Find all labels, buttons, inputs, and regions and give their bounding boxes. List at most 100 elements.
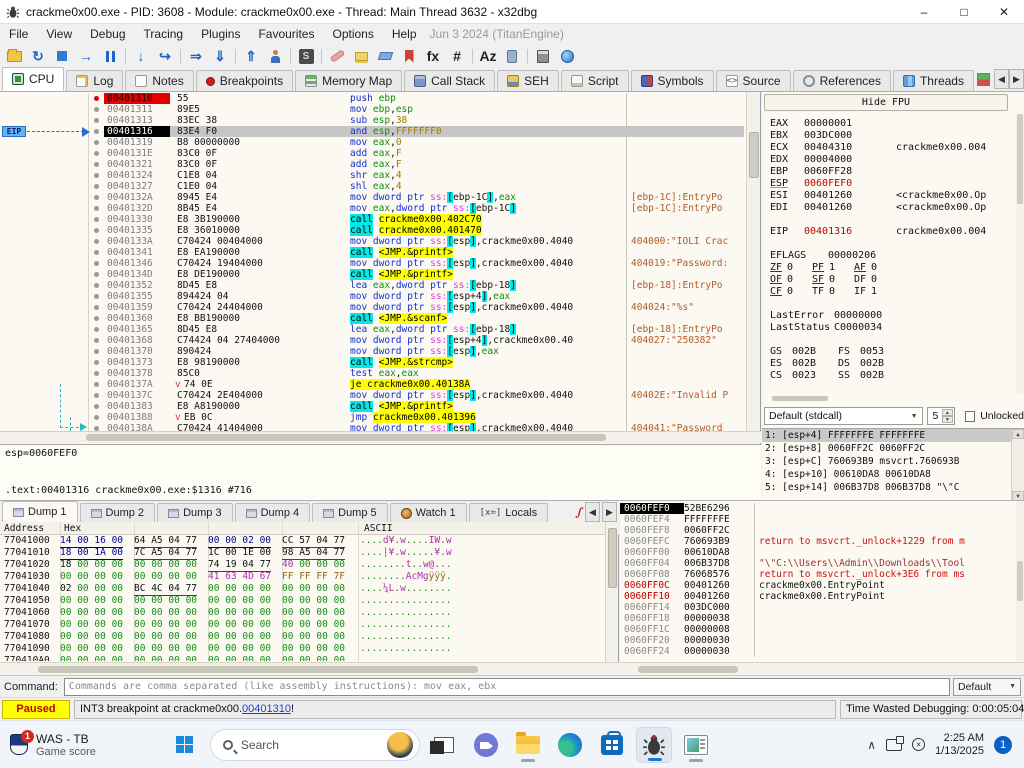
disasm-row[interactable]: 00401368C74424 04 27404000mov dword ptr … [0,335,744,346]
dump-tab-dump-3[interactable]: Dump 3 [157,503,233,522]
do-not-disturb-icon[interactable] [912,738,925,751]
breakpoint-address-link[interactable]: 00401310 [242,703,291,715]
stack-row[interactable]: 0060FF1800000038 [620,613,1016,624]
restart-icon[interactable]: ↻ [26,46,50,67]
run-down-icon[interactable]: ⇓ [208,46,232,67]
dump-row[interactable]: 7704106000 00 00 0000 00 00 0000 00 00 0… [0,607,606,619]
tab-symbols[interactable]: Symbols [631,70,714,91]
disasm-row[interactable]: 0040132183C0 0Fadd eax,F [0,159,744,170]
registers-hscrollbar[interactable] [772,396,828,401]
command-mode-select[interactable]: Default▼ [953,678,1021,696]
run-to-user-code-icon[interactable] [263,46,287,67]
stack-hscrollbar[interactable] [620,662,1024,675]
row-dot[interactable] [94,140,99,145]
row-dot[interactable] [94,151,99,156]
row-dot[interactable] [94,173,99,178]
row-dot[interactable] [94,316,99,321]
patch-icon[interactable] [325,46,349,67]
disasm-row[interactable]: 004013528D45 E8lea eax,dword ptr ss:[ebp… [0,280,744,291]
disassembly-vscrollbar[interactable] [746,92,760,431]
disasm-row[interactable]: 00401330E8 3B190000call crackme0x00.402C… [0,214,744,225]
store-button[interactable] [594,727,630,763]
flag-pf[interactable]: PF [812,262,829,274]
label-icon[interactable] [373,46,397,67]
dump-tab-dump-1[interactable]: Dump 1 [2,501,78,522]
row-dot[interactable] [94,195,99,200]
row-dot[interactable] [94,294,99,299]
disasm-row[interactable]: 0040137CC70424 2E404000mov dword ptr ss:… [0,390,744,401]
dump-scroll-left-button[interactable]: ◀ [585,502,600,522]
menu-debug[interactable]: Debug [81,25,134,43]
disasm-row[interactable]: 00401388vEB 0Cjmp crackme0x00.401396 [0,412,744,423]
tab-seh[interactable]: SEH [497,70,559,91]
row-dot[interactable] [94,283,99,288]
row-dot[interactable] [94,107,99,112]
stack-vscrollbar[interactable] [1016,501,1024,661]
tab-scroll-right-button[interactable]: ▶ [1009,69,1024,89]
register-value[interactable]: 00401260 [804,202,896,214]
register-value[interactable]: 00401316 [804,226,896,238]
stack-row[interactable]: 0060FF2400000030 [620,646,1016,657]
breakpoint-dot[interactable] [94,96,99,101]
stack-row[interactable]: 0060FEF4FFFFFFFE [620,514,1016,525]
pause-icon[interactable] [98,46,122,67]
browser-icon[interactable] [555,46,579,67]
tab-references[interactable]: References [793,70,891,91]
row-dot[interactable] [94,382,99,387]
row-dot[interactable] [94,239,99,244]
menu-help[interactable]: Help [383,25,426,43]
row-dot[interactable] [94,415,99,420]
run-to-selection-icon[interactable]: ⇒ [184,46,208,67]
widgets-button[interactable]: 1 WAS - TB Game score [0,721,106,768]
comment-icon[interactable] [349,46,373,67]
disasm-row[interactable]: 0040131189E5mov ebp,esp [0,104,744,115]
disasm-row[interactable]: 00401341E8 EA190000call <JMP.&printf> [0,247,744,258]
register-value[interactable]: 003DC000 [804,130,896,142]
disasm-row[interactable]: 0040131055push ebp [0,93,744,104]
tab-call-stack[interactable]: Call Stack [404,70,495,91]
file-explorer-button[interactable] [510,727,546,763]
row-dot[interactable] [94,404,99,409]
argument-row[interactable]: 2: [esp+8] 0060FF2C 0060FF2C [762,442,1024,455]
hide-fpu-button[interactable]: Hide FPU [764,94,1008,111]
registers-vscrollbar[interactable] [1016,114,1024,394]
disasm-row[interactable]: 00401327C1E0 04shl eax,4 [0,181,744,192]
start-button[interactable] [168,728,202,762]
disasm-row[interactable]: 00401355894424 04mov dword ptr ss:[esp+4… [0,291,744,302]
dump-row[interactable]: 7704103000 00 00 0000 00 00 0041 63 4D 6… [0,571,606,583]
dump-tab-dump-4[interactable]: Dump 4 [235,503,311,522]
disasm-row[interactable]: 00401373E8 98190000call <JMP.&strcmp> [0,357,744,368]
step-into-icon[interactable]: ↓ [129,46,153,67]
menu-view[interactable]: View [37,25,81,43]
disasm-row[interactable]: 0040137885C0test eax,eax [0,368,744,379]
tab-breakpoints[interactable]: Breakpoints [196,70,293,91]
row-dot[interactable] [94,272,99,277]
row-dot[interactable] [94,184,99,189]
flag-df[interactable]: DF [854,274,871,286]
calling-convention-select[interactable]: Default (stdcall)▼ [764,407,923,425]
dump-tab-dump-5[interactable]: Dump 5 [312,503,388,522]
row-dot[interactable] [94,162,99,167]
disasm-row[interactable]: 0040138AC70424 41404000mov dword ptr ss:… [0,423,744,431]
row-dot[interactable] [94,118,99,123]
dump-row[interactable]: 7704104002 00 00 00BC 4C 04 7700 00 00 0… [0,583,606,595]
dump-row[interactable]: 7704101018 00 1A 007C A5 04 771C 00 1E 0… [0,547,606,559]
argument-row[interactable]: 4: [esp+10] 00610DA8 00610DA8 [762,468,1024,481]
chat-button[interactable] [468,727,504,763]
flag-if[interactable]: IF [854,286,871,298]
menu-favourites[interactable]: Favourites [249,25,323,43]
stack-row[interactable]: 0060FF0876068576return to msvcrt._unlock… [620,569,1016,580]
stack-row[interactable]: 0060FF04006B37D8"\"C:\\Users\\Admin\\Dow… [620,558,1016,569]
menu-plugins[interactable]: Plugins [192,25,249,43]
task-view-button[interactable] [426,727,462,763]
disasm-row[interactable]: 004013658D45 E8lea eax,dword ptr ss:[ebp… [0,324,744,335]
menu-tracing[interactable]: Tracing [135,25,193,43]
stack-row[interactable]: 0060FF1C00000008 [620,624,1016,635]
cast-device-icon[interactable] [886,739,902,751]
edge-button[interactable] [552,727,588,763]
disasm-row[interactable]: 0040131E83C0 0Fadd eax,F [0,148,744,159]
dump-tab-dump-2[interactable]: Dump 2 [80,503,156,522]
dump-row[interactable]: 770410A000 00 00 0000 00 00 0000 00 00 0… [0,655,606,661]
flag-sf[interactable]: SF [812,274,829,286]
disasm-row[interactable]: 0040131383EC 38sub esp,38 [0,115,744,126]
